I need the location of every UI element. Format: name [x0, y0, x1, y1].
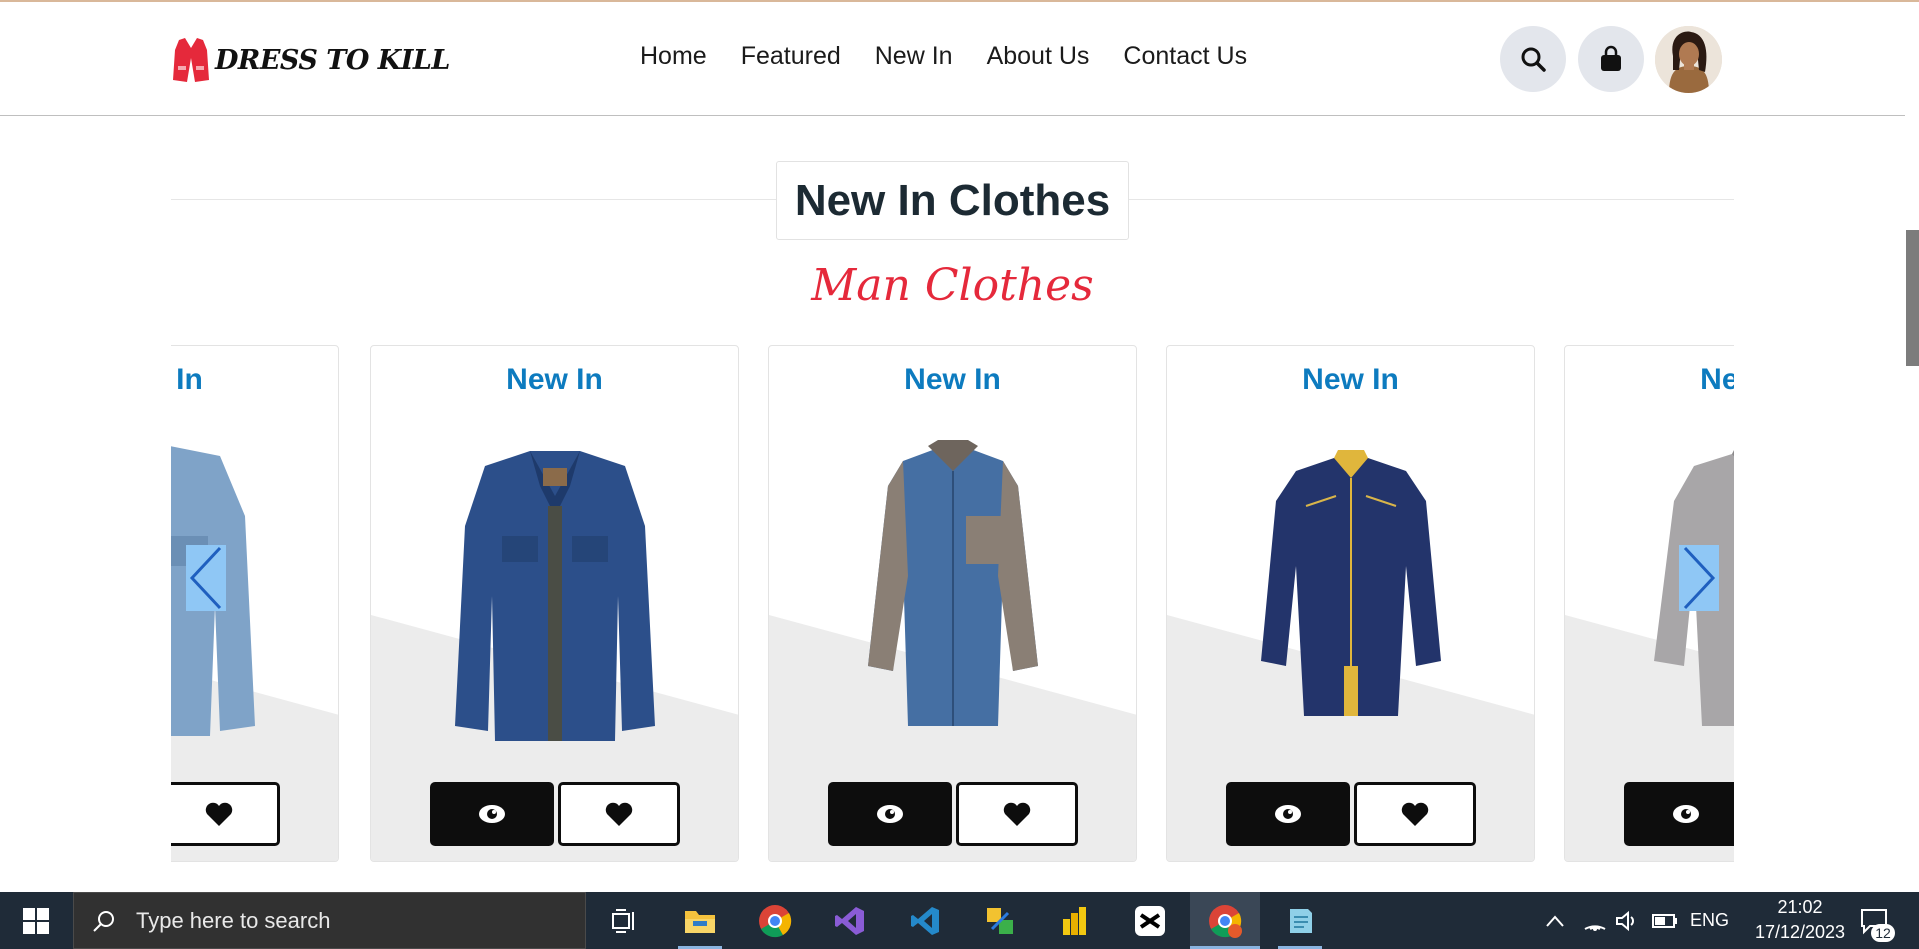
app-icon[interactable] — [980, 901, 1020, 941]
blue-grey-shirt-image — [867, 440, 1038, 726]
wishlist-button[interactable] — [558, 782, 680, 846]
dark-denim-jacket-image — [454, 451, 655, 741]
notepad-icon[interactable] — [1280, 901, 1320, 941]
carousel-next-button[interactable] — [1679, 545, 1719, 611]
chrome-active-icon[interactable] — [1205, 901, 1245, 941]
product-badge: New In — [506, 363, 603, 396]
heart-icon — [605, 802, 633, 826]
language-indicator[interactable]: ENG — [1690, 910, 1729, 931]
carousel-prev-button[interactable] — [186, 545, 226, 611]
shopping-bag-icon — [1601, 45, 1621, 71]
main-nav: Home Featured New In About Us Contact Us — [640, 42, 1247, 71]
quick-view-button[interactable] — [1624, 782, 1734, 846]
heart-icon — [1003, 802, 1031, 826]
section-subtitle: Man Clothes — [811, 260, 1094, 311]
power-bi-icon[interactable] — [1055, 901, 1095, 941]
product-card[interactable]: New In — [1166, 345, 1535, 862]
capcut-icon[interactable] — [1130, 901, 1170, 941]
eye-icon — [1275, 805, 1301, 823]
avatar[interactable] — [1655, 26, 1722, 93]
card-actions — [1624, 782, 1734, 846]
task-view-icon[interactable] — [605, 901, 645, 941]
chrome-icon[interactable] — [755, 901, 795, 941]
notification-badge: 12 — [1871, 924, 1895, 942]
product-badge: New In — [171, 363, 203, 396]
site-header: DRESS TO KILL Home Featured New In About… — [0, 2, 1905, 116]
product-badge: New In — [1302, 363, 1399, 396]
quick-view-button[interactable] — [430, 782, 554, 846]
chevron-up-icon[interactable] — [1535, 901, 1575, 941]
product-card[interactable]: New In — [768, 345, 1137, 862]
volume-icon[interactable] — [1607, 901, 1647, 941]
file-explorer-icon[interactable] — [680, 901, 720, 941]
section-title: New In Clothes — [794, 175, 1111, 225]
chevron-left-icon — [189, 546, 222, 610]
vest-icon — [173, 38, 209, 82]
eye-icon — [877, 805, 903, 823]
heart-icon — [205, 802, 233, 826]
product-card[interactable]: New In — [370, 345, 739, 862]
chevron-right-icon — [1683, 546, 1716, 610]
nav-contact-us[interactable]: Contact Us — [1123, 42, 1247, 71]
visual-studio-icon[interactable] — [830, 901, 870, 941]
card-actions — [828, 782, 1078, 846]
eye-icon — [479, 805, 505, 823]
page-scrollbar-thumb[interactable] — [1906, 230, 1919, 366]
navy-shirt-image — [1260, 450, 1441, 716]
section-title-box: New In Clothes — [776, 161, 1129, 240]
search-button[interactable] — [1500, 26, 1566, 92]
search-icon — [93, 910, 114, 932]
card-actions — [430, 782, 680, 846]
taskbar-search-placeholder: Type here to search — [136, 907, 331, 933]
eye-icon — [1673, 805, 1699, 823]
product-carousel[interactable]: New In New In — [171, 345, 1734, 865]
search-icon — [1521, 47, 1546, 72]
cart-button[interactable] — [1578, 26, 1644, 92]
windows-logo-icon — [23, 907, 49, 934]
nav-about-us[interactable]: About Us — [987, 42, 1090, 71]
brand-name: DRESS TO KILL — [215, 44, 450, 76]
vscode-icon[interactable] — [905, 901, 945, 941]
quick-view-button[interactable] — [1226, 782, 1350, 846]
start-button[interactable] — [0, 892, 72, 949]
nav-new-in[interactable]: New In — [875, 42, 953, 71]
wishlist-button[interactable] — [1354, 782, 1476, 846]
quick-view-button[interactable] — [828, 782, 952, 846]
user-photo-icon — [1655, 26, 1722, 93]
card-actions — [1226, 782, 1476, 846]
heart-icon — [1401, 802, 1429, 826]
taskbar-search[interactable]: Type here to search — [73, 892, 586, 949]
clock-time[interactable]: 21:02 — [1765, 897, 1835, 918]
wishlist-button[interactable] — [171, 782, 280, 846]
nav-home[interactable]: Home — [640, 42, 707, 71]
battery-icon[interactable] — [1645, 901, 1685, 941]
product-badge: New In — [1700, 363, 1734, 396]
windows-taskbar: Type here to search ENG 21:02 17/12/2023… — [0, 892, 1919, 949]
brand-logo[interactable]: DRESS TO KILL — [171, 35, 450, 85]
product-badge: New In — [904, 363, 1001, 396]
wishlist-button[interactable] — [956, 782, 1078, 846]
nav-featured[interactable]: Featured — [741, 42, 841, 71]
clock-date[interactable]: 17/12/2023 — [1740, 922, 1860, 943]
card-actions — [171, 782, 280, 846]
